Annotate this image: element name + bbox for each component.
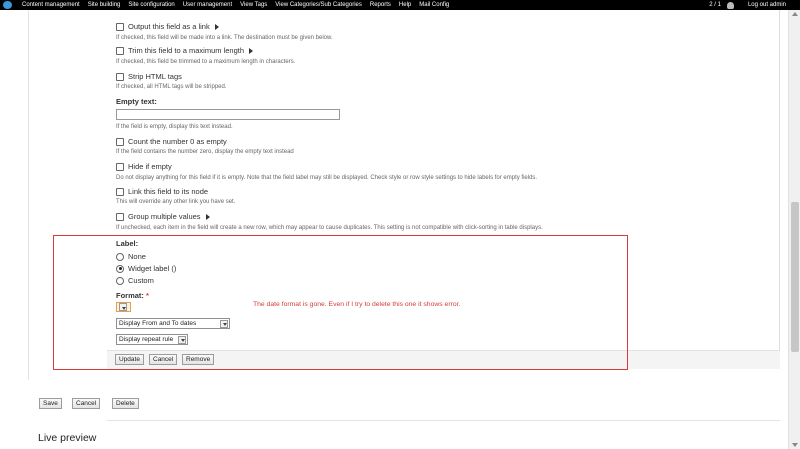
menu-reports[interactable]: Reports [370,0,391,10]
menu-user-management[interactable]: User management [183,0,232,10]
remove-button[interactable]: Remove [182,354,215,365]
option-label: Hide if empty [128,162,172,171]
chevron-down-icon [220,319,228,328]
user-count: 2 / 1 [709,2,721,8]
expand-arrow-icon[interactable] [214,23,219,30]
radio-button[interactable] [116,276,124,285]
option-description: Do not display anything for this field i… [116,175,538,181]
radio-label-none[interactable]: None [116,252,146,261]
radio-button[interactable] [116,252,124,261]
menu-view-tags[interactable]: View Tags [240,0,267,10]
scrollbar[interactable] [788,10,800,449]
expand-arrow-icon[interactable] [205,213,210,220]
admin-toolbar: Content management Site building Site co… [0,0,800,10]
option-description: If unchecked, each item in the field wil… [116,225,543,231]
radio-label: None [128,252,146,261]
menu-mail-config[interactable]: Mail Config [419,0,449,10]
menu-site-building[interactable]: Site building [88,0,121,10]
expand-arrow-icon[interactable] [249,47,254,54]
option-output-as-link[interactable]: Output this field as a link [116,22,219,31]
option-trim-length[interactable]: Trim this field to a maximum length [116,46,254,55]
format-select[interactable] [116,302,131,312]
radio-button[interactable] [116,264,124,273]
format-title: Format: * [116,291,149,300]
scroll-up-icon[interactable] [792,12,798,16]
checkbox[interactable] [116,72,124,81]
checkbox[interactable] [116,137,124,146]
menu-view-categories[interactable]: View Categories/Sub Categories [275,0,362,10]
menu-help[interactable]: Help [399,0,411,10]
toolbar-user-area: 2 / 1 Log out admin [709,0,786,10]
empty-text-input[interactable] [116,109,340,120]
checkbox[interactable] [116,212,124,221]
option-label: Count the number 0 as empty [128,137,227,146]
live-preview-area [107,420,780,449]
option-strip-html[interactable]: Strip HTML tags [116,72,182,81]
option-label: Output this field as a link [128,22,210,31]
option-description: If checked, this field will be made into… [116,35,333,41]
annotation-note: The date format is gone. Even if I try t… [253,301,461,308]
radio-label: Widget label () [128,264,177,273]
live-preview-heading: Live preview [38,432,97,444]
option-description: If checked, this field be trimmed to a m… [116,59,296,65]
scroll-down-icon[interactable] [792,443,798,447]
option-label: Trim this field to a maximum length [128,46,245,55]
option-hide-if-empty[interactable]: Hide if empty [116,162,172,171]
required-marker: * [146,291,149,300]
option-group-multiple[interactable]: Group multiple values [116,212,210,221]
option-link-to-node[interactable]: Link this field to its node [116,187,208,196]
option-count-zero-empty[interactable]: Count the number 0 as empty [116,137,227,146]
logout-link[interactable]: Log out admin [748,0,786,10]
radio-label: Custom [128,276,154,285]
save-button[interactable]: Save [39,398,62,409]
fromto-select[interactable]: Display From and To dates [116,318,230,329]
delete-button[interactable]: Delete [112,398,139,409]
scrollbar-thumb[interactable] [791,202,799,352]
users-icon [726,1,734,9]
home-icon[interactable] [3,1,12,9]
checkbox[interactable] [116,187,124,196]
checkbox[interactable] [116,162,124,171]
radio-label-custom[interactable]: Custom [116,276,154,285]
option-label: Link this field to its node [128,187,209,196]
empty-text-description: If the field is empty, display this text… [116,124,233,130]
label-section-title: Label: [116,239,139,248]
option-description: If checked, all HTML tags will be stripp… [116,84,227,90]
chevron-down-icon [178,335,186,344]
repeat-select-value: Display repeat rule [119,336,174,343]
update-button[interactable]: Update [115,354,144,365]
option-description: If the field contains the number zero, d… [116,149,294,155]
menu-site-configuration[interactable]: Site configuration [128,0,174,10]
admin-menu: Content management Site building Site co… [22,0,449,10]
checkbox[interactable] [116,46,124,55]
fromto-select-value: Display From and To dates [119,320,197,327]
option-label: Strip HTML tags [128,72,182,81]
format-label: Format: [116,291,144,300]
checkbox[interactable] [116,22,124,31]
option-label: Group multiple values [128,212,201,221]
field-cancel-button[interactable]: Cancel [149,354,178,365]
radio-label-widget[interactable]: Widget label () [116,264,176,273]
empty-text-label: Empty text: [116,97,157,106]
repeat-select[interactable]: Display repeat rule [116,334,188,345]
cancel-button[interactable]: Cancel [72,398,101,409]
chevron-down-icon [119,303,127,311]
menu-content-management[interactable]: Content management [22,0,80,10]
option-description: This will override any other link you ha… [116,199,236,205]
divider [28,10,29,380]
